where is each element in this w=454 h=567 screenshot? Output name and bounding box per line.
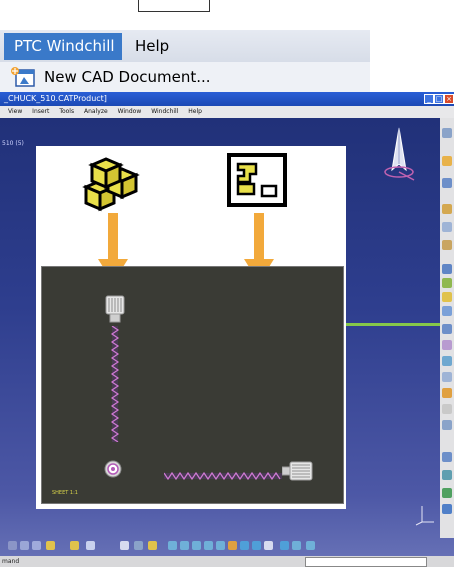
toolbar-icon[interactable] <box>306 541 315 550</box>
toolbar-icon[interactable] <box>228 541 237 550</box>
top-strip <box>0 0 454 30</box>
product-icon <box>80 153 140 213</box>
close-button[interactable]: × <box>444 94 454 104</box>
green-connector-line <box>346 323 440 326</box>
menu-insert[interactable]: Insert <box>32 108 49 115</box>
maximize-button[interactable]: □ <box>434 94 444 104</box>
menu-help[interactable]: Help <box>135 33 169 60</box>
toolbar-icon[interactable] <box>442 356 452 366</box>
toolbar-icon[interactable] <box>442 452 452 462</box>
toolbar-icon[interactable] <box>168 541 177 550</box>
toolbar-icon[interactable] <box>442 504 452 514</box>
catia-menu-bar: View Insert Tools Analyze Window Windchi… <box>0 106 454 118</box>
toolbar-icon[interactable] <box>292 541 301 550</box>
drawing-icon <box>226 152 288 208</box>
part-shaft-vertical <box>110 325 120 443</box>
toolbar-icon[interactable] <box>70 541 79 550</box>
window-title: _CHUCK_510.CATProduct] <box>4 94 107 103</box>
toolbar-icon[interactable] <box>46 541 55 550</box>
new-cad-document-menu-item[interactable]: New CAD Document... <box>44 66 211 88</box>
toolbar-icon[interactable] <box>204 541 213 550</box>
menu-help-catia[interactable]: Help <box>188 108 202 115</box>
toolbar-icon[interactable] <box>442 324 452 334</box>
toolbar-icon[interactable] <box>134 541 143 550</box>
bottom-toolbar <box>0 537 454 555</box>
toolbar-icon[interactable] <box>264 541 273 550</box>
part-top-view <box>104 294 126 326</box>
toolbar-icon[interactable] <box>442 388 452 398</box>
toolbar-icon[interactable] <box>442 420 452 430</box>
axis-icon <box>414 504 436 526</box>
toolbar-icon[interactable] <box>442 488 452 498</box>
toolbar-icon[interactable] <box>148 541 157 550</box>
menu-tools[interactable]: Tools <box>59 108 74 115</box>
part-side-view <box>281 461 314 481</box>
right-toolbar <box>440 118 454 538</box>
toolbar-icon[interactable] <box>442 278 452 288</box>
sheet-scale-label: SHEET 1:1 <box>52 490 78 496</box>
toolbar-icon[interactable] <box>252 541 261 550</box>
toolbar-icon[interactable] <box>442 240 452 250</box>
compass-icon[interactable] <box>374 126 424 186</box>
toolbar-icon[interactable] <box>86 541 95 550</box>
toolbar-icon[interactable] <box>442 306 452 316</box>
toolbar-icon[interactable] <box>442 204 452 214</box>
toolbar-icon[interactable] <box>442 292 452 302</box>
part-end-view <box>104 460 122 478</box>
menu-analyze[interactable]: Analyze <box>84 108 108 115</box>
toolbar-icon[interactable] <box>442 340 452 350</box>
new-cad-document-icon <box>10 66 36 88</box>
toolbar-icon[interactable] <box>20 541 29 550</box>
toolbar-icon[interactable] <box>442 470 452 480</box>
toolbar-icon[interactable] <box>280 541 289 550</box>
toolbar-icon[interactable] <box>442 404 452 414</box>
toolbar-icon[interactable] <box>180 541 189 550</box>
status-text: mand <box>2 558 20 565</box>
part-shaft-horizontal <box>163 466 282 481</box>
menu-windchill[interactable]: Windchill <box>151 108 178 115</box>
catia-title-bar: _CHUCK_510.CATProduct] <box>0 92 454 106</box>
toolbar-icon[interactable] <box>120 541 129 550</box>
menu-view[interactable]: View <box>8 108 22 115</box>
menu-window[interactable]: Window <box>118 108 142 115</box>
toolbar-icon[interactable] <box>442 128 452 138</box>
toolbar-icon[interactable] <box>216 541 225 550</box>
toolbar-icon[interactable] <box>240 541 249 550</box>
menu-ptc-windchill[interactable]: PTC Windchill <box>4 33 122 60</box>
minimize-button[interactable]: _ <box>424 94 434 104</box>
toolbar-icon[interactable] <box>442 156 452 166</box>
toolbar-icon[interactable] <box>442 222 452 232</box>
toolbar-icon[interactable] <box>442 264 452 274</box>
toolbar-icon[interactable] <box>32 541 41 550</box>
spec-tree-label[interactable]: 510 (5) <box>2 140 24 147</box>
toolbar-icon[interactable] <box>442 178 452 188</box>
toolbar-icon[interactable] <box>192 541 201 550</box>
toolbar-icon[interactable] <box>442 372 452 382</box>
command-input[interactable] <box>305 557 427 567</box>
toolbar-icon[interactable] <box>8 541 17 550</box>
top-input-box[interactable] <box>138 0 210 12</box>
